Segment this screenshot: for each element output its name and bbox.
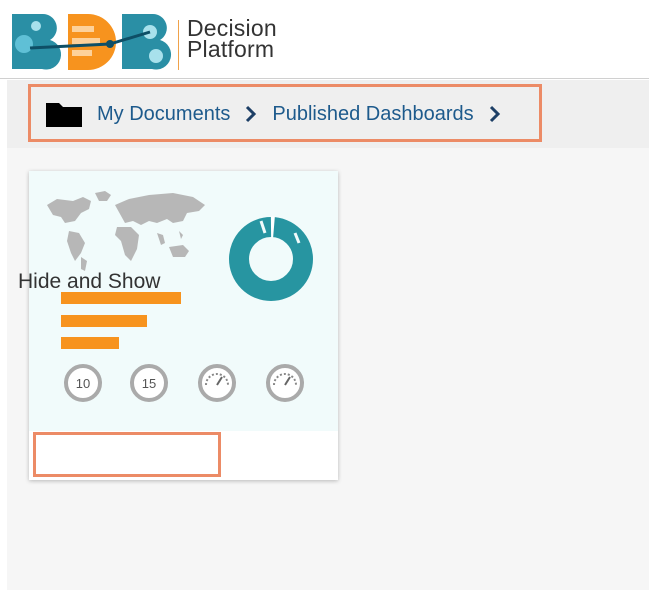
logo-wordmark: Decision Platform (187, 17, 277, 62)
gauge-value-15: 15 (142, 376, 156, 391)
bar-chart-icon (61, 292, 181, 349)
folder-icon[interactable] (45, 100, 83, 128)
gauge-value-10: 10 (76, 376, 90, 391)
chevron-right-icon[interactable] (488, 104, 502, 124)
dashboard-thumbnail[interactable]: 10 15 (29, 171, 338, 431)
speedometer-icon (198, 364, 236, 402)
dashboard-title[interactable]: Hide and Show (18, 270, 160, 294)
card-title-highlight (33, 432, 221, 477)
chevron-right-icon (246, 105, 257, 123)
breadcrumb-published-dashboards[interactable]: Published Dashboards (272, 103, 473, 126)
dashboard-card[interactable]: 10 15 (29, 171, 338, 480)
bdb-logo-mark (12, 13, 172, 70)
logo-divider (178, 20, 179, 70)
dashboard-preview-graphic: 10 15 (47, 191, 313, 402)
page: Decision Platform My Documents Published… (0, 0, 649, 594)
breadcrumb-my-documents[interactable]: My Documents (97, 103, 230, 126)
world-map-icon (47, 191, 205, 271)
speedometer-icon (266, 364, 304, 402)
breadcrumb: My Documents Published Dashboards (45, 94, 516, 134)
donut-chart-icon (229, 216, 313, 301)
bdb-logo[interactable]: Decision Platform (10, 8, 290, 76)
app-header: Decision Platform (0, 0, 649, 78)
logo-word-platform: Platform (187, 36, 275, 62)
header-divider (0, 78, 649, 79)
